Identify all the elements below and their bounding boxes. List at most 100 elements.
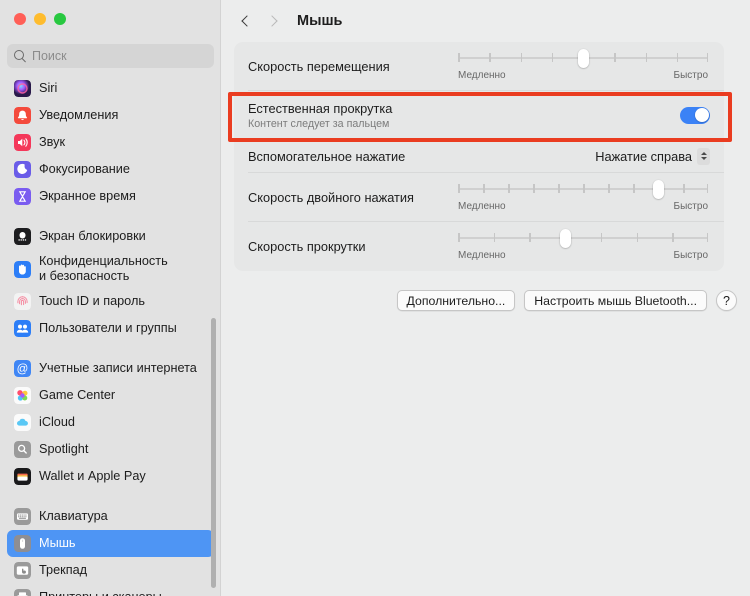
wallet-icon bbox=[14, 468, 31, 485]
natural-scrolling-toggle[interactable] bbox=[680, 107, 710, 124]
double-click-speed-tick bbox=[583, 184, 585, 193]
page-title: Мышь bbox=[297, 13, 342, 29]
sidebar-item-трекпад[interactable]: Трекпад bbox=[7, 557, 214, 584]
sidebar-item-фокусирование[interactable]: Фокусирование bbox=[7, 156, 214, 183]
sidebar-item-конфиденциальность-и-безопасность[interactable]: Конфиденциальность и безопасность bbox=[7, 250, 214, 288]
sidebar-item-принтеры-и-сканеры[interactable]: Принтеры и сканеры bbox=[7, 584, 214, 596]
sidebar-item-пользователи-и-группы[interactable]: Пользователи и группы bbox=[7, 315, 214, 342]
secondary-click-value: Нажатие справа bbox=[595, 149, 692, 164]
sidebar-item-клавиатура[interactable]: Клавиатура bbox=[7, 503, 214, 530]
help-button[interactable]: ? bbox=[716, 290, 737, 311]
close-button[interactable] bbox=[14, 13, 26, 25]
double-click-speed-track[interactable] bbox=[458, 183, 708, 195]
spotlight-icon bbox=[14, 441, 31, 458]
scroll-speed-line bbox=[458, 237, 708, 239]
search-icon bbox=[14, 50, 26, 62]
advanced-button[interactable]: Дополнительно... bbox=[397, 290, 516, 311]
double-click-speed-slider[interactable]: Медленно Быстро bbox=[458, 183, 708, 212]
tracking-speed-slider[interactable]: Медленно Быстро bbox=[458, 52, 708, 81]
sidebar-item-учетные-записи-интернета[interactable]: @ Учетные записи интернета bbox=[7, 355, 214, 382]
double-click-speed-end-labels: Медленно Быстро bbox=[458, 201, 708, 212]
sidebar-item-экранное-время[interactable]: Экранное время bbox=[7, 183, 214, 210]
svg-text:@: @ bbox=[17, 363, 29, 375]
double-click-speed-tick bbox=[508, 184, 510, 193]
notifications-icon bbox=[14, 107, 31, 124]
double-click-speed-tick bbox=[633, 184, 635, 193]
sidebar-item-siri[interactable]: Siri bbox=[7, 75, 214, 102]
back-button[interactable] bbox=[231, 7, 259, 35]
tracking-speed-tick bbox=[614, 53, 616, 62]
touch-id-icon bbox=[14, 293, 31, 310]
tracking-speed-end-labels: Медленно Быстро bbox=[458, 70, 708, 81]
sidebar-item-label: Трекпад bbox=[39, 563, 87, 578]
chevron-right-icon bbox=[266, 15, 277, 26]
setup-bluetooth-mouse-button[interactable]: Настроить мышь Bluetooth... bbox=[524, 290, 707, 311]
internet-accounts-icon: @ bbox=[14, 360, 31, 377]
sidebar-item-label: Пользователи и группы bbox=[39, 321, 177, 336]
sidebar-item-экран-блокировки[interactable]: Экран блокировки bbox=[7, 223, 214, 250]
double-click-speed-tick bbox=[558, 184, 560, 193]
sidebar-item-spotlight[interactable]: Spotlight bbox=[7, 436, 214, 463]
sidebar-group-separator bbox=[7, 342, 214, 355]
double-click-speed-tick bbox=[458, 184, 460, 193]
sidebar-item-звук[interactable]: Звук bbox=[7, 129, 214, 156]
double-click-speed-thumb[interactable] bbox=[653, 180, 664, 199]
tracking-speed-tick bbox=[458, 53, 460, 62]
sidebar-item-label: Конфиденциальность и безопасность bbox=[39, 254, 168, 283]
natural-scrolling-label: Естественная прокрутка bbox=[248, 101, 392, 116]
natural-scrolling-row: Естественная прокрутка Контент следует з… bbox=[234, 91, 724, 139]
forward-button[interactable] bbox=[259, 7, 287, 35]
sidebar-item-label: Звук bbox=[39, 135, 65, 150]
tracking-speed-track[interactable] bbox=[458, 52, 708, 64]
lock-screen-icon bbox=[14, 228, 31, 245]
zoom-button[interactable] bbox=[54, 13, 66, 25]
footer-buttons: Дополнительно... Настроить мышь Bluetoot… bbox=[221, 290, 737, 311]
sidebar-item-label: Touch ID и пароль bbox=[39, 294, 145, 309]
sidebar-scroll-area[interactable]: Siri Уведомления Звук ФокусированиеЭкранное… bbox=[0, 75, 221, 596]
sidebar-item-label: Siri bbox=[39, 81, 57, 96]
mouse-settings-card: Скорость перемещения Медленно Быстро Ест… bbox=[234, 42, 724, 271]
chevron-up-down-icon bbox=[697, 148, 710, 165]
scroll-speed-thumb[interactable] bbox=[560, 229, 571, 248]
main-content: Мышь Скорость перемещения Медленно Быстр… bbox=[221, 0, 750, 596]
minimize-button[interactable] bbox=[34, 13, 46, 25]
scroll-speed-tick bbox=[601, 233, 603, 242]
tracking-speed-thumb[interactable] bbox=[578, 49, 589, 68]
search-field[interactable] bbox=[7, 44, 214, 68]
sidebar-scrollbar-thumb[interactable] bbox=[211, 318, 216, 588]
sidebar-item-label: Spotlight bbox=[39, 442, 88, 457]
scroll-speed-tick bbox=[637, 233, 639, 242]
secondary-click-dropdown[interactable]: Нажатие справа bbox=[595, 148, 710, 165]
sidebar-item-wallet-и-apple-pay[interactable]: Wallet и Apple Pay bbox=[7, 463, 214, 490]
tracking-speed-tick bbox=[707, 53, 709, 62]
sidebar-item-label: Принтеры и сканеры bbox=[39, 590, 162, 596]
double-click-speed-tick bbox=[683, 184, 685, 193]
mouse-icon bbox=[14, 535, 31, 552]
sidebar-item-label: Game Center bbox=[39, 388, 115, 403]
sound-icon bbox=[14, 134, 31, 151]
sidebar-item-label: iCloud bbox=[39, 415, 75, 430]
sidebar-item-label: Клавиатура bbox=[39, 509, 108, 524]
sidebar-item-label: Wallet и Apple Pay bbox=[39, 469, 146, 484]
printers-icon bbox=[14, 589, 31, 596]
scroll-speed-track[interactable] bbox=[458, 232, 708, 244]
sidebar-item-game-center[interactable]: Game Center bbox=[7, 382, 214, 409]
sidebar-item-уведомления[interactable]: Уведомления bbox=[7, 102, 214, 129]
sidebar-scrollbar[interactable] bbox=[211, 318, 216, 588]
content-titlebar: Мышь bbox=[221, 0, 750, 42]
search-input[interactable] bbox=[32, 49, 197, 63]
scroll-speed-row: Скорость прокрутки Медленно Быстро bbox=[234, 222, 724, 271]
secondary-click-row: Вспомогательное нажатие Нажатие справа bbox=[234, 139, 724, 173]
scroll-speed-tick bbox=[707, 233, 709, 242]
tracking-speed-max-label: Быстро bbox=[674, 70, 708, 81]
scroll-speed-slider[interactable]: Медленно Быстро bbox=[458, 232, 708, 261]
sidebar-item-touch-id-и-пароль[interactable]: Touch ID и пароль bbox=[7, 288, 214, 315]
trackpad-icon bbox=[14, 562, 31, 579]
scroll-speed-label: Скорость прокрутки bbox=[248, 239, 458, 254]
users-icon bbox=[14, 320, 31, 337]
sidebar-item-icloud[interactable]: iCloud bbox=[7, 409, 214, 436]
sidebar-item-label: Учетные записи интернета bbox=[39, 361, 197, 376]
sidebar-item-мышь[interactable]: Мышь bbox=[7, 530, 214, 557]
siri-icon bbox=[14, 80, 31, 97]
game-center-icon bbox=[14, 387, 31, 404]
